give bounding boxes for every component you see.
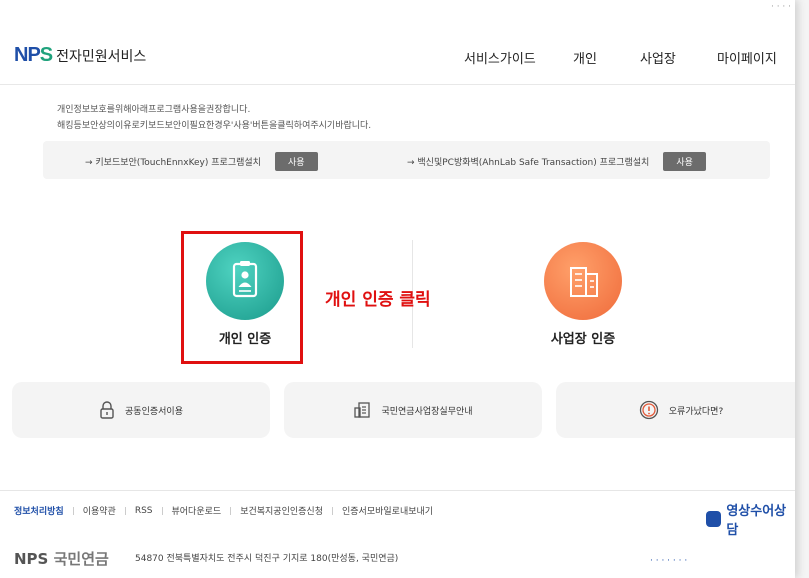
site-header: NPS 전자민원서비스 서비스가이드 개인 사업장 마이페이지	[0, 28, 795, 85]
footer-logo: NPS 국민연금	[14, 550, 109, 568]
notice-line-1: 개인정보보호를위해아래프로그램사용을권장합니다.	[57, 105, 251, 115]
highlight-box	[181, 231, 303, 364]
footer-divider	[0, 490, 795, 491]
footer-address: 54870 전북특별자치도 전주시 덕진구 기지로 180(만성동, 국민연금)	[135, 554, 399, 564]
program-install-box: → 키보드보안(TouchEnnxKey) 프로그램설치 사용 → 백신및PC방…	[43, 141, 770, 179]
notice-line-2: 해킹등보안상의이유로키보드보안이필요한경우'사용'버튼을클릭하여주시기바랍니다.	[57, 121, 372, 131]
business-auth-circle	[544, 242, 622, 320]
card-joint-certificate[interactable]: 공동인증서이용	[12, 382, 270, 438]
footer-links: 정보처리방침 이용약관 RSS 뷰어다운로드 보건복지공인인증신청 인증서모바일…	[14, 504, 433, 518]
nav-mypage[interactable]: 마이페이지	[717, 48, 777, 67]
business-auth-button[interactable]: 사업장 인증	[533, 242, 633, 347]
business-auth-label: 사업장 인증	[550, 332, 616, 347]
footer-link-cert-export[interactable]: 인증서모바일로내보내기	[342, 504, 433, 517]
footer-right-link[interactable]: · · · · · · ·	[650, 556, 687, 566]
keyboard-security-item: → 키보드보안(TouchEnnxKey) 프로그램설치 사용	[85, 152, 318, 171]
consult-label: 영상수어상담	[726, 504, 787, 538]
footer-separator	[124, 506, 126, 515]
footer-link-privacy[interactable]: 정보처리방침	[14, 504, 64, 517]
building-icon	[570, 267, 598, 297]
vaccine-label: → 백신및PC방화벽(AhnLab Safe Transaction) 프로그램…	[407, 158, 650, 168]
nps-logo-mark: NPS	[14, 44, 53, 66]
page-frame: · · · · NPS 전자민원서비스 서비스가이드 개인 사업장 마이페이지 …	[0, 0, 795, 578]
card-business-guide[interactable]: 국민연금사업장실무안내	[284, 382, 542, 438]
keyboard-security-label: → 키보드보안(TouchEnnxKey) 프로그램설치	[85, 158, 261, 168]
footer-link-terms[interactable]: 이용약관	[83, 504, 116, 517]
nav-service-guide[interactable]: 서비스가이드	[464, 48, 536, 67]
card-error-help-label: 오류가났다면?	[668, 406, 724, 417]
vaccine-use-button[interactable]: 사용	[663, 152, 706, 171]
security-notice: 개인정보보호를위해아래프로그램사용을권장합니다. 해킹등보안상의이유로키보드보안…	[57, 102, 371, 134]
card-joint-certificate-label: 공동인증서이용	[125, 406, 183, 417]
footer-separator	[72, 506, 74, 515]
footer-link-viewer[interactable]: 뷰어다운로드	[172, 504, 222, 517]
card-business-guide-label: 국민연금사업장실무안내	[381, 406, 473, 417]
footer-separator	[161, 506, 163, 515]
utility-dots: · · · ·	[770, 2, 791, 12]
nps-logo[interactable]: NPS 전자민원서비스	[14, 44, 146, 67]
document-icon	[354, 402, 371, 418]
footer-link-cert-apply[interactable]: 보건복지공인인증신청	[240, 504, 323, 517]
service-name: 전자민원서비스	[56, 48, 147, 65]
sign-language-consult-link[interactable]: 영상수어상담	[706, 500, 795, 538]
footer-separator	[332, 506, 333, 515]
card-error-help[interactable]: 오류가났다면?	[556, 382, 795, 438]
consult-icon	[706, 511, 722, 527]
top-utility-bar: · · · ·	[0, 0, 795, 18]
lock-icon	[100, 401, 114, 419]
nav-personal[interactable]: 개인	[573, 48, 597, 67]
exclamation-icon	[639, 400, 658, 420]
nav-business[interactable]: 사업장	[640, 48, 676, 67]
footer-separator	[230, 506, 232, 515]
vaccine-item: → 백신및PC방화벽(AhnLab Safe Transaction) 프로그램…	[407, 152, 706, 171]
footer-link-rss[interactable]: RSS	[135, 506, 153, 516]
keyboard-security-use-button[interactable]: 사용	[274, 152, 318, 171]
click-annotation: 개인 인증 클릭	[325, 290, 431, 310]
